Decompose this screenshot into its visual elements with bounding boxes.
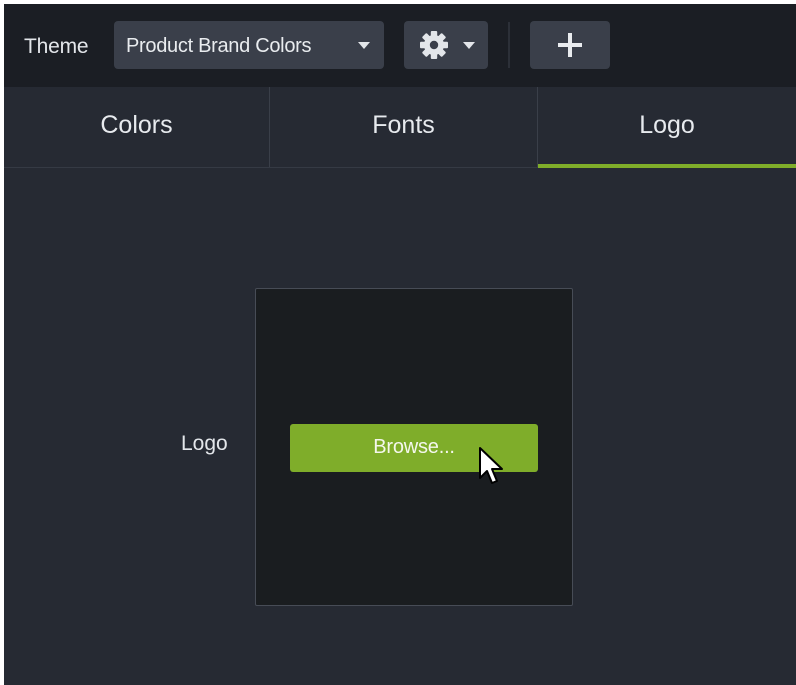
theme-tabs: Colors Fonts Logo [4,87,796,168]
toolbar-divider [508,22,510,68]
theme-settings-button[interactable] [404,21,488,69]
add-theme-button[interactable] [530,21,610,69]
chevron-down-icon [463,42,475,49]
chevron-down-icon [358,42,370,49]
active-tab-indicator [538,164,796,168]
theme-select-value: Product Brand Colors [126,35,312,57]
mouse-cursor-icon [479,447,503,484]
theme-toolbar: Theme Product Brand Colors [4,4,796,87]
tab-fonts[interactable]: Fonts [270,87,538,167]
logo-field-label: Logo [181,432,228,455]
theme-select[interactable]: Product Brand Colors [114,21,384,69]
theme-label: Theme [24,35,89,58]
tab-colors[interactable]: Colors [4,87,270,167]
gear-icon [420,31,448,59]
tab-logo[interactable]: Logo [538,87,796,167]
plus-icon [558,33,582,57]
theme-panel: Theme Product Brand Colors Colors Fonts … [4,4,796,685]
